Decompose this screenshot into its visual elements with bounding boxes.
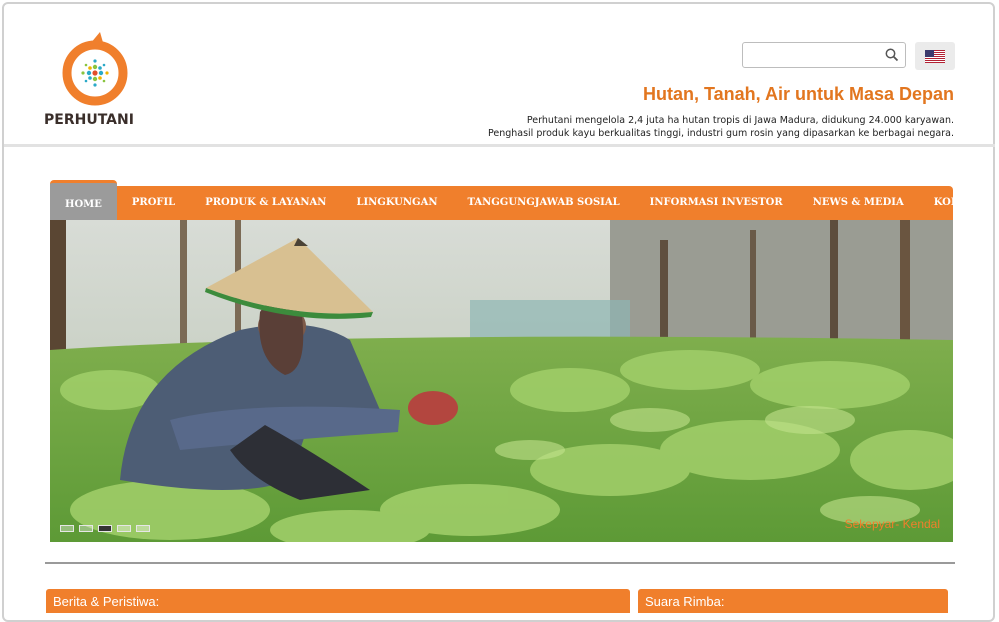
nav-item-produk-layanan[interactable]: PRODUK & LAYANAN [190, 186, 341, 220]
slider-dot[interactable] [79, 525, 93, 532]
nav-item-informasi-investor[interactable]: INFORMASI INVESTOR [635, 186, 798, 220]
slider-dot[interactable] [60, 525, 74, 532]
search-box[interactable] [742, 42, 906, 68]
us-flag-icon [925, 50, 945, 63]
search-icon[interactable] [885, 48, 899, 62]
logo-mark-icon [62, 32, 128, 106]
slider-pagination [60, 525, 150, 532]
tagline: Hutan, Tanah, Air untuk Masa Depan [642, 84, 954, 104]
company-description: Perhutani mengelola 2,4 juta ha hutan tr… [488, 114, 954, 140]
search-input[interactable] [747, 46, 881, 66]
nav-item-news-media[interactable]: NEWS & MEDIA [798, 186, 919, 220]
description-line: Perhutani mengelola 2,4 juta ha hutan tr… [526, 115, 954, 126]
slide-caption: Sekepyar- Kendal [844, 517, 940, 531]
perhutani-logo[interactable]: PERHUTANI [44, 30, 148, 130]
suara-rimba-panel-title: Suara Rimba: [638, 589, 948, 613]
logo-text: PERHUTANI [44, 112, 134, 128]
language-switch-button[interactable] [915, 42, 955, 70]
nav-item-tanggungjawab-sosial[interactable]: TANGGUNGJAWAB SOSIAL [452, 186, 634, 220]
nav-item-lingkungan[interactable]: LINGKUNGAN [341, 186, 452, 220]
nav-item-home[interactable]: HOME [50, 180, 117, 220]
main-nav: HOME PROFIL PRODUK & LAYANAN LINGKUNGAN … [50, 180, 983, 220]
news-panel-title: Berita & Peristiwa: [46, 589, 630, 613]
header-divider [4, 144, 995, 147]
nav-item-profil[interactable]: PROFIL [117, 186, 190, 220]
slider-dot[interactable] [117, 525, 131, 532]
description-line: Penghasil produk kayu berkualitas tinggi… [487, 128, 954, 139]
nav-item-kontak[interactable]: KONTAK [919, 186, 999, 220]
slider-dot-active[interactable] [98, 525, 112, 532]
slider-dot[interactable] [136, 525, 150, 532]
hero-image [50, 220, 953, 542]
content-divider [45, 562, 955, 564]
hero-slider[interactable]: Sekepyar- Kendal [50, 220, 953, 542]
